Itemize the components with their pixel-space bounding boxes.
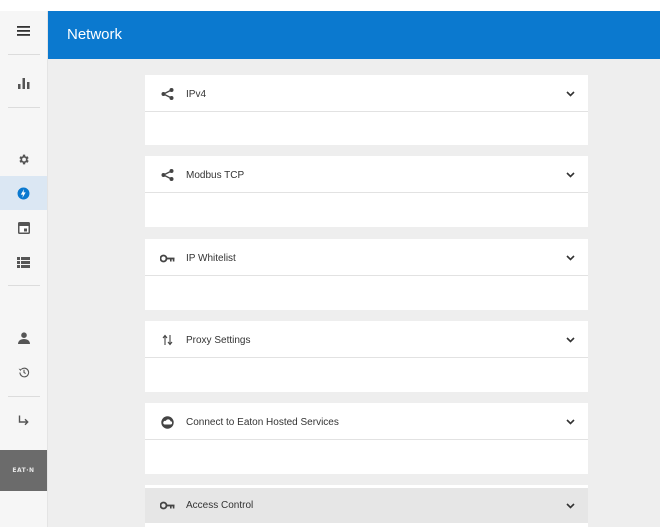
nav-logout[interactable]	[0, 404, 47, 438]
chevron-down-icon[interactable]	[565, 417, 575, 427]
share-icon	[159, 168, 176, 182]
nav-calendar[interactable]	[0, 211, 47, 245]
cloud-icon	[159, 415, 176, 429]
key-icon	[159, 251, 176, 265]
left-nav-rail: EAT·N	[0, 11, 48, 527]
history-icon	[18, 367, 29, 377]
calendar-icon	[17, 222, 30, 234]
nav-user[interactable]	[0, 321, 47, 355]
section-label: Modbus TCP	[186, 169, 245, 181]
chevron-down-icon[interactable]	[565, 253, 575, 263]
chevron-down-icon[interactable]	[565, 170, 575, 180]
section-label: Access Control	[186, 500, 254, 511]
section-label: Connect to Eaton Hosted Services	[186, 416, 339, 428]
rail-separator	[8, 285, 40, 286]
section-label: IP Whitelist	[186, 252, 236, 264]
section-ip-whitelist-header[interactable]: IP Whitelist	[145, 241, 588, 276]
share-icon	[159, 87, 176, 101]
nav-settings[interactable]	[0, 142, 47, 176]
chevron-down-icon[interactable]	[565, 335, 575, 345]
section-proxy-settings-header[interactable]: Proxy Settings	[145, 323, 588, 358]
lightning-icon	[17, 187, 30, 199]
menu-button[interactable]	[0, 14, 47, 48]
section-label: Proxy Settings	[186, 334, 251, 346]
user-icon	[17, 332, 30, 344]
section-access-control-header[interactable]: Access Control	[145, 488, 588, 523]
key-icon	[159, 499, 176, 513]
nav-list[interactable]	[0, 245, 47, 279]
section-eaton-hosted-services-header[interactable]: Connect to Eaton Hosted Services	[145, 405, 588, 440]
top-strip	[0, 0, 660, 11]
chevron-down-icon[interactable]	[565, 89, 575, 99]
list-icon	[17, 256, 30, 268]
eaton-logo: EAT·N	[0, 450, 47, 491]
gear-icon	[19, 154, 29, 164]
bar-chart-icon	[17, 77, 29, 89]
section-ipv4-header[interactable]: IPv4	[145, 77, 588, 112]
section-label: IPv4	[186, 88, 207, 100]
logo-text: EAT·N	[12, 467, 35, 474]
chevron-down-icon[interactable]	[565, 501, 575, 511]
main-content: IPv4 Modbus TCP IP Whitelist Proxy Setti…	[48, 59, 660, 527]
rail-separator	[8, 396, 40, 397]
page-title: Network	[67, 26, 123, 43]
header-bar: Network	[48, 11, 660, 59]
section-modbus-tcp-header[interactable]: Modbus TCP	[145, 158, 588, 193]
nav-power[interactable]	[0, 176, 47, 210]
logout-icon	[18, 415, 29, 426]
menu-icon	[17, 26, 30, 36]
arrows-updown-icon	[159, 333, 176, 347]
nav-history[interactable]	[0, 355, 47, 389]
nav-dashboard[interactable]	[0, 66, 47, 100]
rail-separator	[8, 107, 40, 108]
rail-separator	[8, 54, 40, 55]
